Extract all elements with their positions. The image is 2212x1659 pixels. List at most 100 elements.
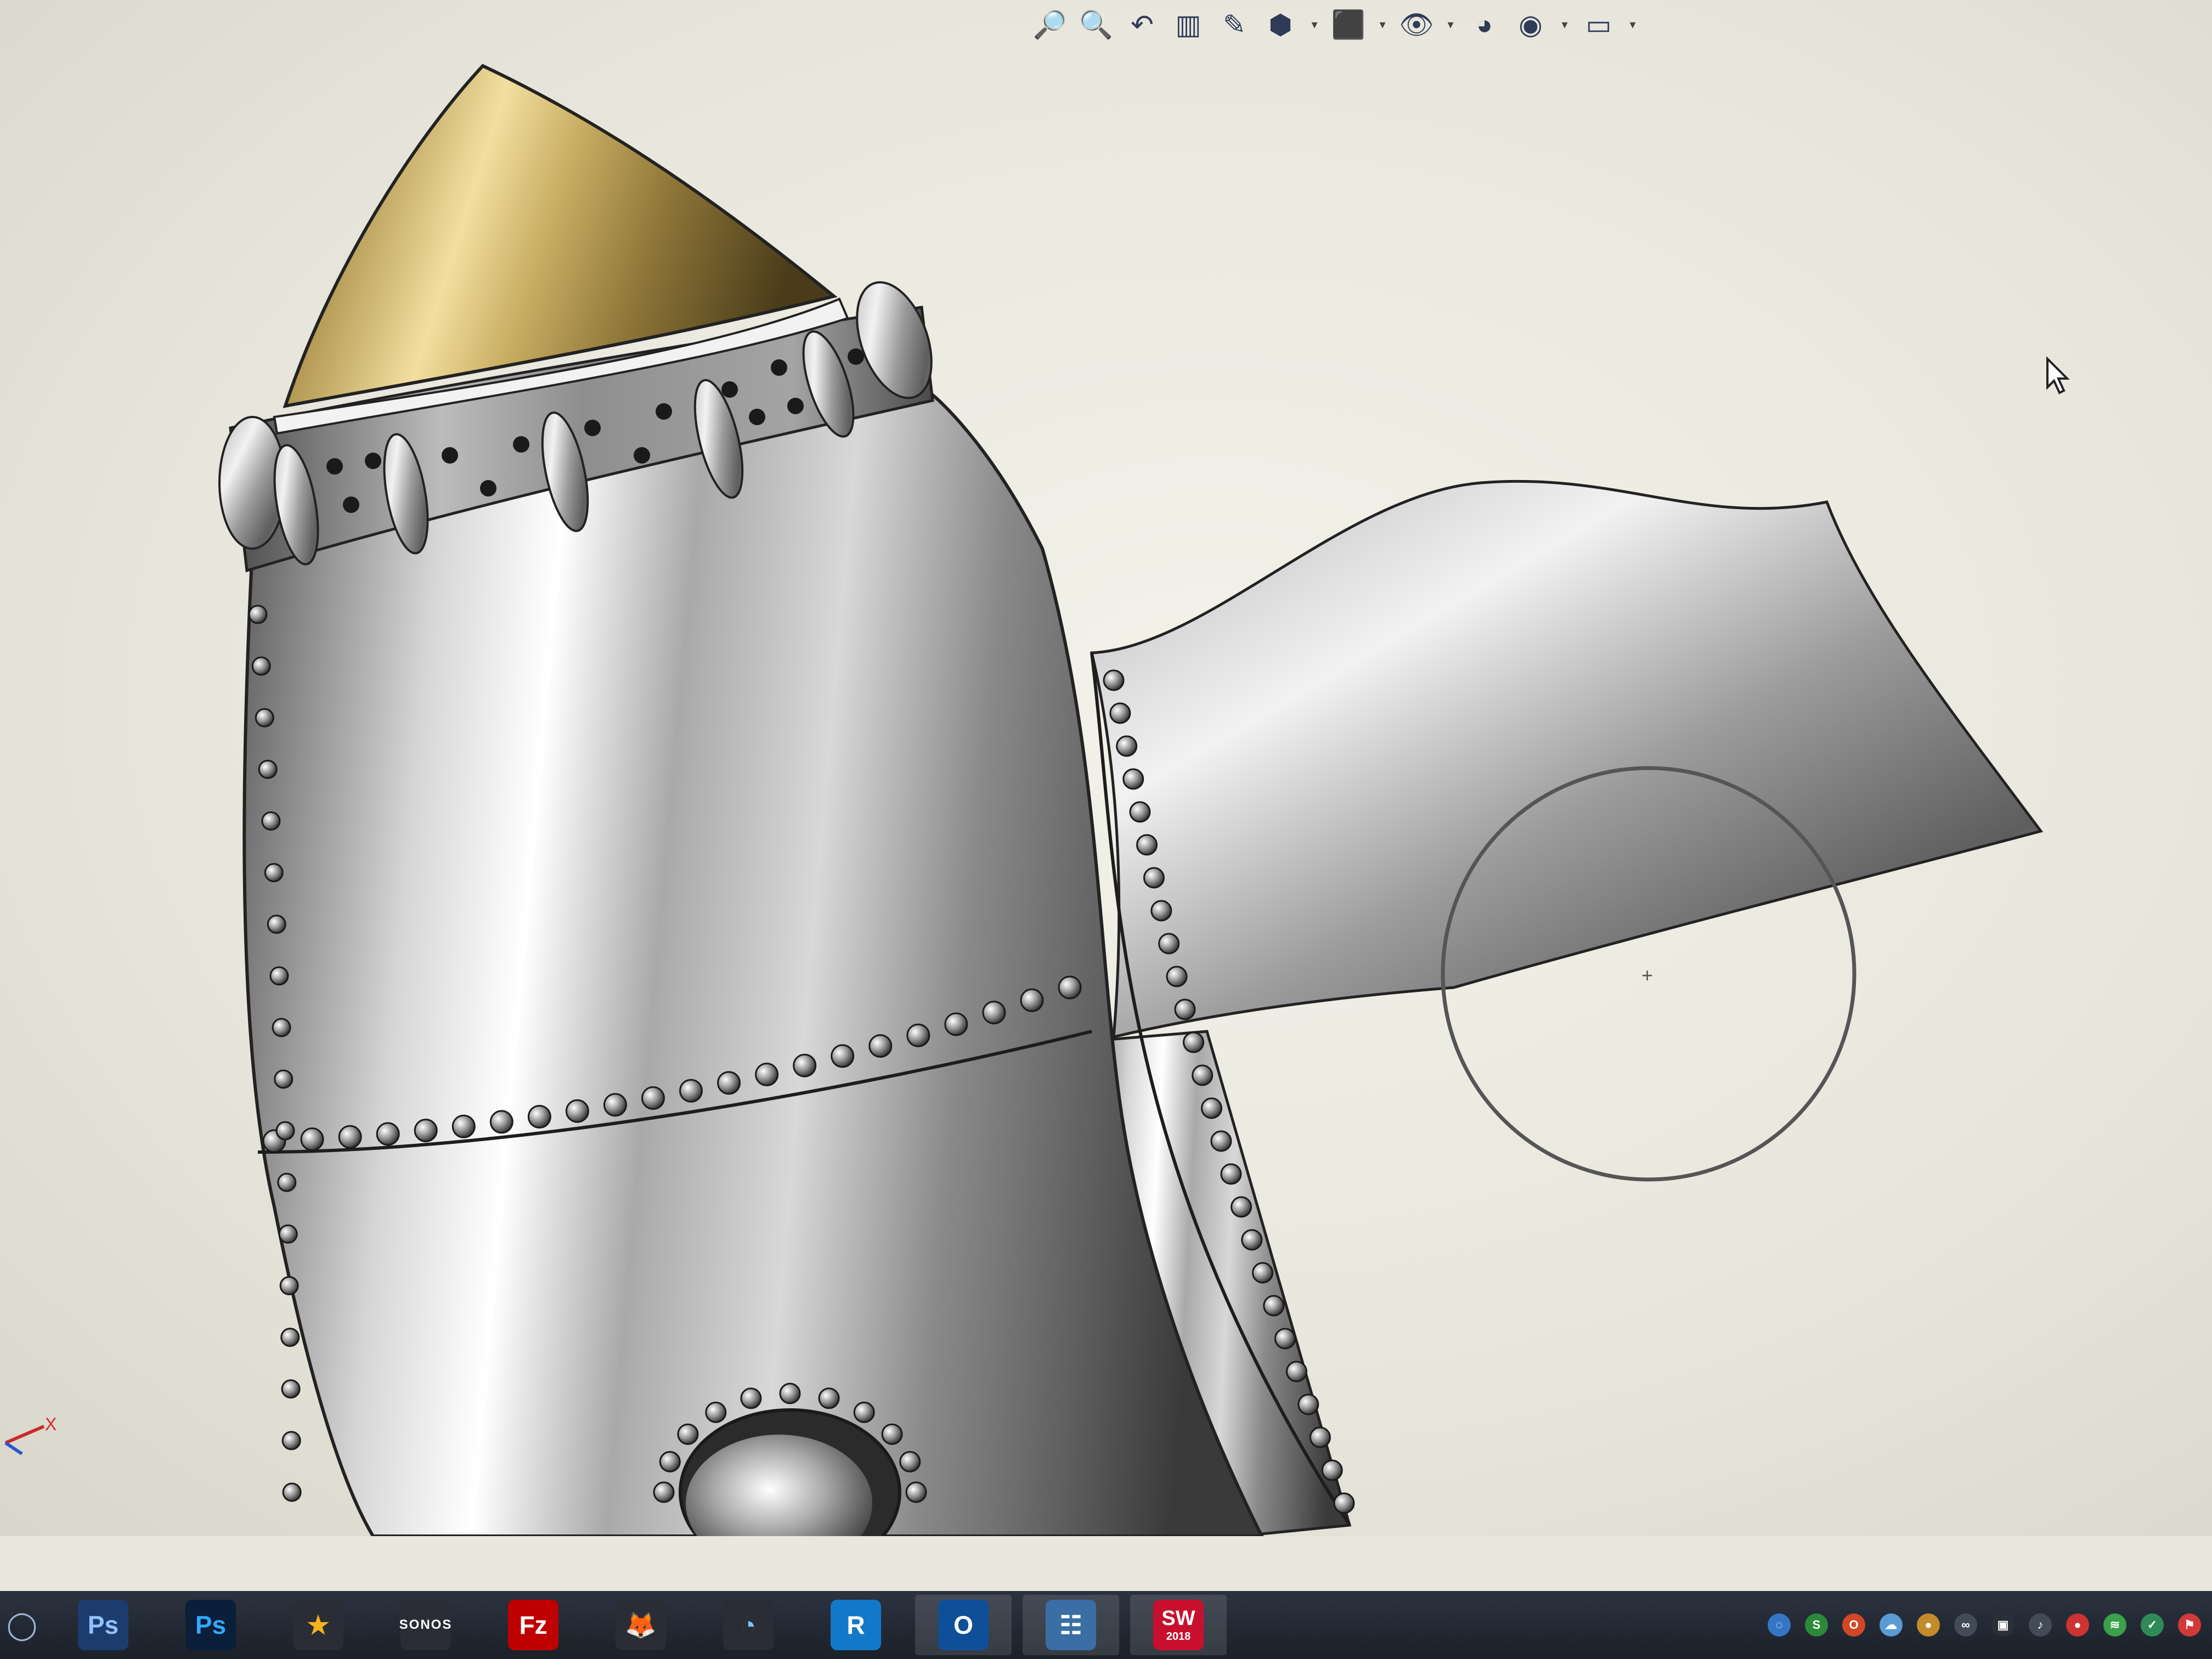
taskbar-app-control-panel[interactable]: ☷ — [1023, 1595, 1119, 1655]
rivet — [1252, 1262, 1274, 1284]
onedrive-tray-icon[interactable]: ☁ — [1880, 1613, 1903, 1637]
taskbar-app-label: Fz — [519, 1611, 548, 1639]
taskbar-app-photoshop[interactable]: Ps — [162, 1595, 259, 1655]
rivet — [251, 656, 271, 676]
previous-view-icon[interactable]: ↶ — [1124, 6, 1161, 43]
taskbar-app-photoshop-classic[interactable]: Ps — [55, 1595, 151, 1655]
rivet — [1231, 1196, 1252, 1218]
search-button[interactable]: ◯ — [0, 1595, 44, 1655]
view-orientation-icon[interactable]: ⬢ — [1262, 6, 1299, 43]
r-app-icon: R — [831, 1600, 881, 1650]
chrome-remote-icon: ◔ — [723, 1600, 774, 1650]
hide-show-items-icon[interactable]: 👁 — [1398, 6, 1435, 43]
rivet — [906, 1023, 930, 1047]
rivet — [277, 1172, 297, 1192]
filezilla-icon: Fz — [508, 1600, 558, 1650]
chevron-down-icon[interactable]: ▾ — [1444, 18, 1457, 32]
rivet — [1309, 1426, 1331, 1448]
rivet — [267, 915, 286, 934]
check-tray-icon[interactable]: ✓ — [2141, 1613, 2164, 1637]
chevron-down-icon[interactable]: ▾ — [1308, 18, 1321, 32]
network-tray-icon[interactable]: ◌ — [1768, 1613, 1791, 1637]
rivet — [300, 1127, 324, 1152]
circle-center-mark: + — [1641, 964, 1653, 986]
taskbar-app-sonos[interactable]: SONOS — [377, 1595, 474, 1655]
display-style-icon[interactable]: ⬛ — [1330, 6, 1367, 43]
apply-scene-icon[interactable]: ◉ — [1512, 6, 1549, 43]
view-settings-icon[interactable]: ▭ — [1580, 6, 1617, 43]
antivirus-tray-icon[interactable]: S — [1805, 1613, 1828, 1637]
rivet — [818, 1387, 840, 1409]
taskbar-app-solidworks[interactable]: SW 2018 — [1130, 1595, 1227, 1655]
taskbar-app-outlook[interactable]: O — [915, 1595, 1012, 1655]
rivet — [899, 1451, 921, 1472]
edit-appearance-icon[interactable]: ◕ — [1466, 6, 1503, 43]
rocket-model[interactable]: + — [0, 0, 2212, 1536]
rivet — [603, 1093, 627, 1117]
system-tray: ◌ S O ☁ ● ∞ ▣ ♪ ● ≋ ✓ ⚑ — [1768, 1602, 2201, 1648]
taskbar-app-label: Ps — [87, 1611, 119, 1639]
rivet — [1192, 1064, 1214, 1086]
chevron-down-icon[interactable]: ▾ — [1376, 18, 1389, 32]
dynamic-annotation-icon[interactable]: ✎ — [1216, 6, 1253, 43]
zoom-to-area-icon[interactable]: 🔍 — [1077, 6, 1115, 43]
rivet — [264, 863, 284, 883]
rivet — [376, 1122, 400, 1146]
monitor-tray-icon[interactable]: ▣ — [1991, 1613, 2015, 1637]
app-tray-icon[interactable]: ● — [1917, 1613, 1940, 1637]
rivet — [338, 1125, 362, 1149]
cloud-tray-icon[interactable]: ∞ — [1954, 1613, 1977, 1637]
rivet — [1158, 933, 1180, 955]
rivet — [278, 1224, 298, 1244]
taskbar-app-app-yellow[interactable]: ★ — [270, 1595, 366, 1655]
taskbar-app-label: ◔ — [741, 1611, 756, 1639]
office-tray-icon[interactable]: O — [1842, 1613, 1865, 1637]
taskbar-app-r-app[interactable]: R — [808, 1595, 904, 1655]
rivet — [831, 1044, 855, 1068]
rivet — [565, 1099, 589, 1123]
taskbar-app-firefox[interactable]: 🦊 — [592, 1595, 689, 1655]
rivet — [755, 1063, 779, 1087]
chevron-down-icon[interactable]: ▾ — [1558, 18, 1571, 32]
rivet — [641, 1086, 665, 1110]
graphics-area[interactable]: + 🔎 🔍 ↶ ▥ ✎ ⬢ ▾ ⬛ ▾ 👁 ▾ ◕ ◉ ▾ ▭ ▾ X — [0, 0, 2212, 1536]
rivet — [269, 966, 289, 986]
rivet — [1333, 1492, 1355, 1514]
rivet — [274, 1069, 294, 1089]
rivet — [779, 1383, 801, 1404]
zoom-to-fit-icon[interactable]: 🔎 — [1031, 6, 1069, 43]
taskbar-app-chrome-remote[interactable]: ◔ — [700, 1595, 797, 1655]
volume-tray-icon[interactable]: ♪ — [2029, 1613, 2052, 1637]
power-tray-icon[interactable]: ● — [2066, 1613, 2089, 1637]
sync-tray-icon[interactable]: ≋ — [2103, 1613, 2126, 1637]
rivet — [1285, 1361, 1307, 1383]
taskbar-app-label: SONOS — [399, 1617, 453, 1632]
rivet — [1122, 768, 1144, 790]
flag-tray-icon[interactable]: ⚑ — [2178, 1613, 2201, 1637]
rivet — [255, 708, 274, 727]
rivet — [740, 1387, 762, 1409]
rivet — [1174, 998, 1196, 1020]
chevron-down-icon[interactable]: ▾ — [1626, 18, 1639, 32]
rivet — [1241, 1229, 1263, 1251]
rivet — [1136, 834, 1158, 856]
rivet — [1210, 1130, 1232, 1152]
rivet — [1166, 966, 1188, 988]
rivet — [1129, 801, 1151, 823]
rivet — [1103, 669, 1125, 691]
taskbar-app-filezilla[interactable]: Fz — [485, 1595, 582, 1655]
taskbar-app-label: O — [953, 1611, 973, 1639]
taskbar-app-label: ☷ — [1059, 1611, 1082, 1639]
section-view-icon[interactable]: ▥ — [1170, 6, 1207, 43]
rivet — [982, 1001, 1006, 1025]
rivet — [248, 605, 268, 624]
rivet — [1020, 988, 1044, 1012]
rivet — [679, 1079, 703, 1103]
solidworks-icon: SW 2018 — [1153, 1600, 1204, 1650]
rivet — [1200, 1097, 1222, 1119]
rivet — [258, 759, 278, 779]
rivet — [1116, 735, 1138, 757]
taskbar-app-label: SW — [1161, 1607, 1195, 1630]
rivet — [281, 1431, 301, 1451]
rivet — [1297, 1393, 1319, 1415]
